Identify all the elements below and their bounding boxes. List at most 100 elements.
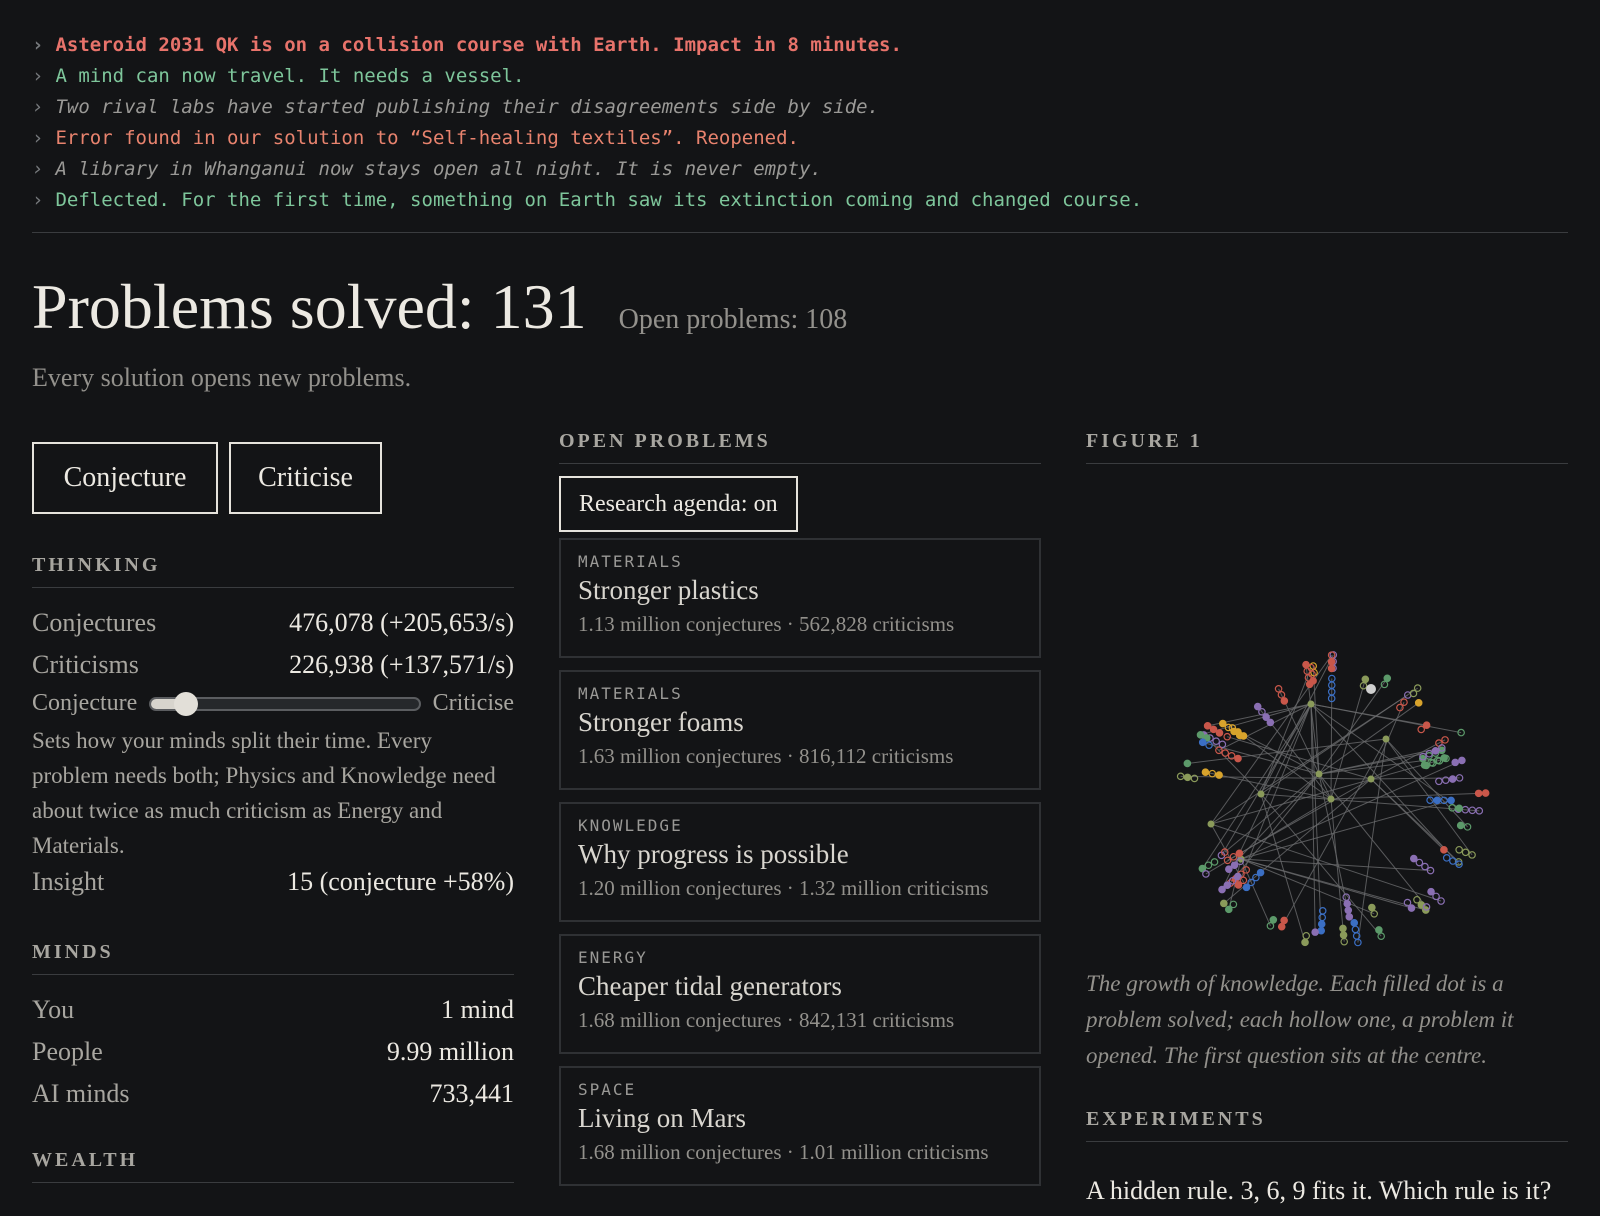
knowledge-tree-figure xyxy=(1176,651,1490,947)
figure-title: FIGURE 1 xyxy=(1086,430,1568,464)
tree-node-solved xyxy=(1309,677,1317,685)
insight-value: 15 (conjecture +58%) xyxy=(287,867,514,896)
problem-meta: 1.13 million conjectures · 562,828 criti… xyxy=(578,612,955,636)
problem-category: SPACE xyxy=(578,1080,637,1099)
tree-node-open xyxy=(1274,684,1283,693)
conjecture-button[interactable]: Conjecture xyxy=(32,442,218,514)
log-text: A library in Whanganui now stays open al… xyxy=(55,158,822,180)
tree-node-solved xyxy=(1183,759,1192,768)
problem-meta: 1.68 million conjectures · 842,131 criti… xyxy=(578,1008,955,1032)
criticisms-stat: Criticisms 226,938 (+137,571/s) xyxy=(32,650,514,680)
experiments-title: EXPERIMENTS xyxy=(1086,1108,1568,1142)
tree-edge xyxy=(1330,678,1333,800)
criticisms-label: Criticisms xyxy=(32,650,139,679)
slider-thumb[interactable] xyxy=(173,691,198,716)
log-line: › A library in Whanganui now stays open a… xyxy=(32,154,1568,185)
tree-node-solved xyxy=(1383,674,1392,683)
tree-node-solved xyxy=(1277,922,1286,931)
problem-card[interactable]: ENERGY Cheaper tidal generators 1.68 milli… xyxy=(559,934,1041,1054)
problem-card[interactable]: MATERIALS Stronger plastics 1.13 million c… xyxy=(559,538,1041,658)
tree-node-solved xyxy=(1196,731,1205,739)
tree-node-open xyxy=(1461,848,1470,857)
minds-value: 9.99 million xyxy=(386,1037,514,1066)
tree-node-solved xyxy=(1311,928,1319,936)
conjectures-stat: Conjectures 476,078 (+205,653/s) xyxy=(32,608,514,638)
tree-node-solved xyxy=(1266,718,1275,727)
problem-name: Why progress is possible xyxy=(578,839,849,869)
time-split-slider[interactable] xyxy=(149,691,421,716)
open-problems-title: OPEN PROBLEMS xyxy=(559,430,1041,464)
conjectures-value: 476,078 (+205,653/s) xyxy=(289,608,514,637)
chevron-right-icon: › xyxy=(32,96,44,118)
tree-edge xyxy=(1230,773,1320,884)
tree-node-solved xyxy=(1367,775,1375,783)
figure-column: FIGURE 1 The growth of knowledge. Each f… xyxy=(1086,430,1568,1206)
tree-node-solved xyxy=(1209,725,1218,734)
tree-node-solved xyxy=(1215,729,1224,737)
tree-node-solved xyxy=(1414,699,1423,707)
tree-node-open xyxy=(1455,845,1463,854)
tree-node-solved xyxy=(1280,916,1288,925)
minds-label: You xyxy=(32,995,75,1024)
minds-label: People xyxy=(32,1037,103,1066)
research-agenda-toggle[interactable]: Research agenda: on xyxy=(559,476,798,532)
event-log: › Asteroid 2031 QK is on a collision cour… xyxy=(32,30,1568,216)
minds-list: You 1 mind People 9.99 million AI minds 733,4… xyxy=(32,995,514,1109)
tree-node-solved xyxy=(1315,770,1323,778)
log-text: Error found in our solution to “Self-hea… xyxy=(55,127,799,149)
tree-node-solved xyxy=(1307,700,1315,708)
tree-node-solved xyxy=(1339,931,1348,939)
problem-category: KNOWLEDGE xyxy=(578,816,683,835)
tree-node-open xyxy=(1204,861,1213,870)
tagline: Every solution opens new problems. xyxy=(32,363,412,392)
tree-node-open xyxy=(1223,732,1232,741)
slider-description: Sets how your minds split their time. Ev… xyxy=(32,728,496,858)
problem-meta: 1.20 million conjectures · 1.32 million … xyxy=(578,876,989,900)
problem-card[interactable]: MATERIALS Stronger foams 1.63 million conj… xyxy=(559,670,1041,790)
tree-edge xyxy=(1318,773,1350,917)
tree-node-solved xyxy=(1440,754,1448,762)
tree-node-solved xyxy=(1455,804,1463,813)
log-line: › A mind can now travel. It needs a vesse… xyxy=(32,61,1568,92)
tree-node-solved xyxy=(1203,722,1212,730)
tree-node-open xyxy=(1218,740,1227,749)
log-line: › Error found in our solution to “Self-he… xyxy=(32,123,1568,154)
problem-card[interactable]: KNOWLEDGE Why progress is possible 1.20 mi… xyxy=(559,802,1041,922)
tree-node-open xyxy=(1435,777,1443,786)
action-buttons: Conjecture Criticise xyxy=(32,442,514,514)
left-column: Conjecture Criticise THINKING Conjecture… xyxy=(32,430,514,1183)
minds-row: AI minds 733,441 xyxy=(32,1079,514,1109)
chevron-right-icon: › xyxy=(32,34,44,56)
tree-node-open xyxy=(1210,858,1219,866)
tree-node-solved xyxy=(1431,747,1440,755)
log-line: › Two rival labs have started publishing … xyxy=(32,92,1568,123)
tree-edge xyxy=(1310,703,1322,931)
problem-name: Cheaper tidal generators xyxy=(578,971,842,1001)
criticisms-value: 226,938 (+137,571/s) xyxy=(289,650,514,679)
minds-title: MINDS xyxy=(32,941,514,975)
tree-node-solved xyxy=(1350,919,1359,927)
problem-category: ENERGY xyxy=(578,948,648,967)
tree-node-solved xyxy=(1301,938,1309,947)
tree-node-solved xyxy=(1327,657,1336,666)
minds-row: People 9.99 million xyxy=(32,1037,514,1067)
tree-node-solved xyxy=(1317,926,1326,935)
tree-node-solved xyxy=(1343,899,1352,908)
minds-value: 733,441 xyxy=(429,1079,515,1108)
tree-node-solved xyxy=(1375,926,1383,934)
tree-node-solved xyxy=(1345,913,1354,921)
tree-node-solved xyxy=(1234,754,1242,763)
open-problems-column: OPEN PROBLEMS Research agenda: on MATERI… xyxy=(559,430,1041,1186)
tree-node-solved xyxy=(1451,758,1460,767)
criticise-button[interactable]: Criticise xyxy=(229,442,382,514)
tree-node-solved xyxy=(1257,790,1265,798)
chevron-right-icon: › xyxy=(32,158,44,180)
tree-node-solved xyxy=(1280,697,1289,705)
tree-node-solved xyxy=(1456,821,1465,830)
minds-row: You 1 mind xyxy=(32,995,514,1025)
problem-card[interactable]: SPACE Living on Mars 1.68 million conjectu… xyxy=(559,1066,1041,1186)
tree-node-solved xyxy=(1427,887,1435,896)
tree-edge xyxy=(1210,757,1447,825)
tree-node-open xyxy=(1221,749,1230,757)
tree-node-solved xyxy=(1361,675,1370,684)
